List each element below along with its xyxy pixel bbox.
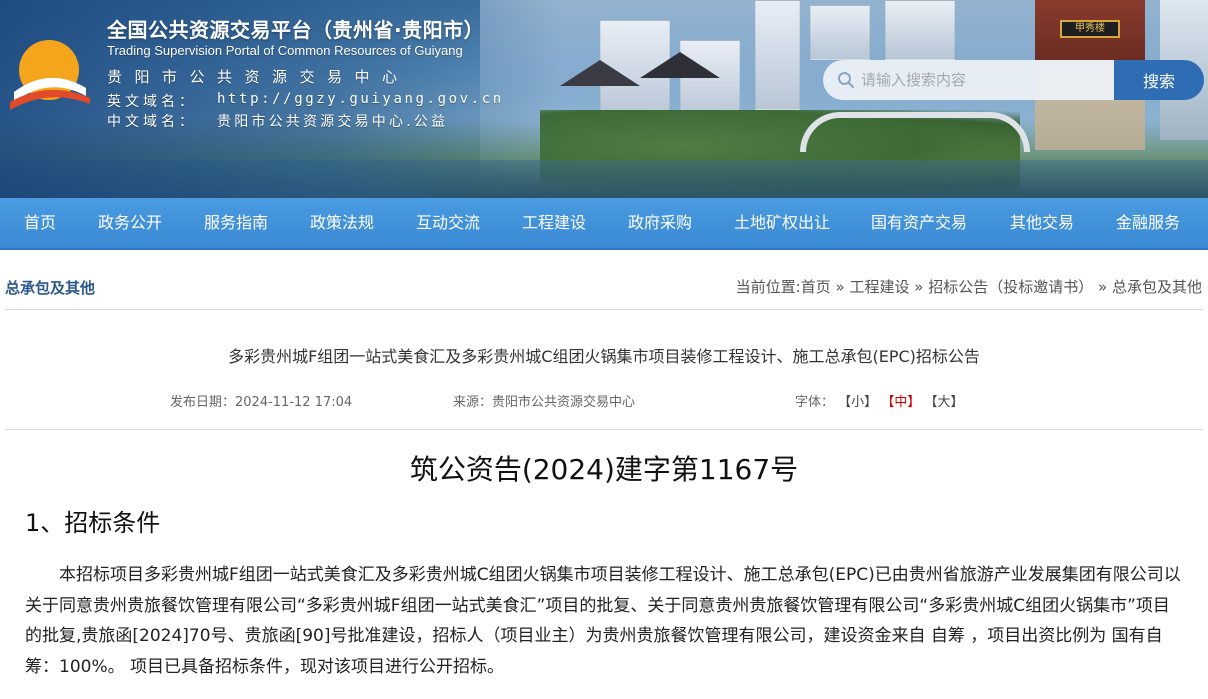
banner-building [885, 0, 955, 60]
font-size-large-button[interactable]: 【大】 [924, 395, 963, 410]
chinese-domain-row: 中文域名： 贵阳市公共资源交易中心.公益 [107, 111, 448, 131]
meta-divider [5, 429, 1203, 430]
document-number: 筑公资告(2024)建字第1167号 [409, 453, 799, 486]
chinese-domain-value[interactable]: 贵阳市公共资源交易中心.公益 [217, 111, 448, 131]
pavilion-sign: 甲秀楼 [1060, 20, 1120, 38]
nav-item-interaction[interactable]: 互动交流 [416, 198, 480, 248]
section-title: 总承包及其他 [5, 279, 96, 297]
banner-building [755, 0, 800, 110]
breadcrumb-separator: » [1098, 278, 1108, 296]
paragraph-tender-conditions: 本招标项目多彩贵州城F组团一站式美食汇及多彩贵州城C组团火锅集市项目装修工程设计… [25, 565, 1181, 677]
section-heading-tender-conditions: 1、招标条件 [25, 509, 161, 537]
nav-item-other-trades[interactable]: 其他交易 [1010, 198, 1074, 248]
font-size-control: 字体： 【小】 【中】 【大】 [795, 391, 963, 410]
site-org-name: 贵阳市公共资源交易中心 [107, 68, 410, 86]
search-button[interactable]: 搜索 [1114, 60, 1204, 100]
font-size-small-button[interactable]: 【小】 [838, 395, 877, 410]
source-label: 来源： [453, 395, 493, 410]
nav-divider [0, 248, 1208, 250]
nav-item-state-assets[interactable]: 国有资产交易 [871, 198, 967, 248]
breadcrumb-item-tender-notice[interactable]: 招标公告（投标邀请书） [928, 278, 1093, 296]
nav-item-policies[interactable]: 政策法规 [310, 198, 374, 248]
banner-roof [640, 52, 720, 78]
breadcrumb: 当前位置:首页 » 工程建设 » 招标公告（投标邀请书） » 总承包及其他 [736, 276, 1202, 297]
breadcrumb-separator: » [835, 278, 845, 296]
banner-bridge [800, 112, 1030, 152]
nav-item-financial[interactable]: 金融服务 [1116, 198, 1180, 248]
nav-item-land-mining[interactable]: 土地矿权出让 [734, 198, 830, 248]
section-divider [5, 309, 1203, 310]
nav-item-procurement[interactable]: 政府采购 [628, 198, 692, 248]
english-domain-value[interactable]: http://ggzy.guiyang.gov.cn [217, 91, 504, 111]
site-logo-icon[interactable] [6, 28, 92, 112]
font-size-label: 字体： [795, 395, 835, 410]
publish-date: 发布日期：2024-11-12 17:04 [170, 391, 352, 410]
header-banner: 甲秀楼 全国公共资源交易平台（贵州省·贵阳市） Trading Supervis… [0, 0, 1208, 198]
article-source: 来源：贵阳市公共资源交易中心 [453, 391, 635, 410]
banner-building [810, 5, 870, 60]
publish-date-value: 2024-11-12 17:04 [235, 395, 353, 410]
site-subtitle: Trading Supervision Portal of Common Res… [107, 43, 463, 58]
english-domain-row: 英文域名： http://ggzy.guiyang.gov.cn [107, 91, 504, 111]
nav-item-government-affairs[interactable]: 政务公开 [98, 198, 162, 248]
breadcrumb-separator: » [914, 278, 924, 296]
banner-roof [560, 60, 640, 86]
search-input[interactable] [861, 71, 1101, 89]
main-nav: 首页 政务公开 服务指南 政策法规 互动交流 工程建设 政府采购 土地矿权出让 … [0, 198, 1208, 248]
english-domain-label: 英文域名： [107, 94, 197, 110]
chinese-domain-label: 中文域名： [107, 114, 197, 130]
font-size-medium-button[interactable]: 【中】 [881, 395, 920, 410]
publish-date-label: 发布日期： [170, 395, 236, 410]
nav-item-construction[interactable]: 工程建设 [522, 198, 586, 248]
article-title: 多彩贵州城F组团一站式美食汇及多彩贵州城C组团火锅集市项目装修工程设计、施工总承… [228, 347, 980, 366]
breadcrumb-prefix: 当前位置: [735, 278, 801, 296]
breadcrumb-item-home[interactable]: 首页 [801, 278, 831, 296]
breadcrumb-item-general-contract[interactable]: 总承包及其他 [1112, 278, 1202, 296]
nav-item-service-guide[interactable]: 服务指南 [204, 198, 268, 248]
source-value: 贵阳市公共资源交易中心 [492, 395, 636, 410]
search-icon [838, 72, 855, 89]
site-title: 全国公共资源交易平台（贵州省·贵阳市） [107, 18, 485, 42]
breadcrumb-item-construction[interactable]: 工程建设 [849, 278, 909, 296]
search-box [823, 60, 1115, 100]
nav-item-home[interactable]: 首页 [24, 198, 56, 248]
